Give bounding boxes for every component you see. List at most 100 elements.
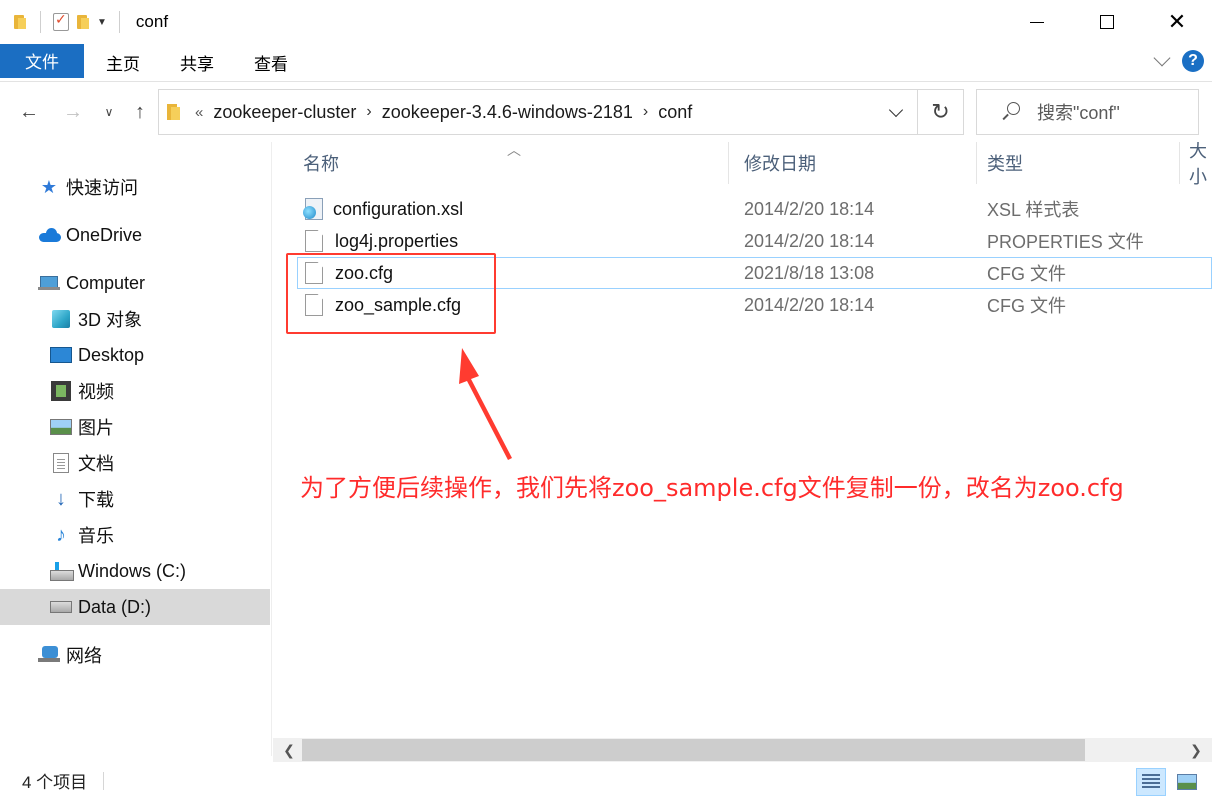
documents-icon — [50, 452, 72, 474]
close-icon: ✕ — [1167, 9, 1187, 34]
file-row[interactable]: configuration.xsl 2014/2/20 18:14 XSL 样式… — [297, 193, 1212, 225]
drive-icon — [50, 596, 72, 618]
address-dropdown-button[interactable] — [879, 90, 913, 134]
sidebar-item-label: Data (D:) — [78, 596, 152, 617]
properties-icon[interactable] — [53, 11, 69, 31]
column-divider[interactable] — [1179, 142, 1180, 184]
customize-toolbar-icon[interactable]: ▼ — [97, 17, 107, 28]
column-divider[interactable] — [728, 142, 729, 184]
highlight-box — [286, 253, 496, 334]
address-bar[interactable]: « zookeeper-cluster › zookeeper-3.4.6-wi… — [158, 89, 964, 135]
windows-drive-icon — [50, 560, 74, 582]
sidebar-item-label: 视频 — [78, 382, 114, 402]
music-icon: ♪ — [56, 523, 66, 546]
pictures-icon — [50, 416, 72, 438]
sidebar-item-pictures[interactable]: 图片 — [0, 409, 270, 445]
scrollbar-thumb[interactable] — [302, 739, 1085, 761]
sidebar-item-music[interactable]: ♪ 音乐 — [0, 517, 270, 553]
recent-locations-button[interactable]: ∨ — [98, 98, 120, 126]
video-icon — [50, 380, 72, 402]
window-title: conf — [135, 12, 169, 31]
tab-file[interactable]: 文件 — [0, 43, 84, 78]
desktop-icon — [50, 344, 72, 366]
sidebar-item-data-d[interactable]: Data (D:) — [0, 589, 270, 625]
close-button[interactable]: ✕ — [1142, 0, 1212, 44]
star-icon: ★ — [40, 176, 58, 197]
view-switcher — [1136, 768, 1202, 796]
sidebar-item-computer[interactable]: Computer — [0, 265, 270, 301]
ribbon-controls: ? — [1153, 49, 1204, 72]
breadcrumb-zookeeper-cluster[interactable]: zookeeper-cluster — [213, 102, 356, 123]
annotation-arrow-icon — [459, 348, 512, 460]
file-type: CFG 文件 — [987, 296, 1066, 316]
status-divider — [103, 771, 105, 790]
sidebar-item-label: Windows (C:) — [78, 560, 187, 581]
sidebar-item-desktop[interactable]: Desktop — [0, 337, 270, 373]
chevron-right-icon: ❯ — [1190, 741, 1202, 758]
horizontal-scrollbar[interactable]: ❮ ❯ — [273, 738, 1212, 762]
tab-view[interactable]: 查看 — [234, 46, 308, 80]
up-button[interactable]: ↑ — [126, 98, 154, 126]
sidebar-item-windows-c[interactable]: Windows (C:) — [0, 553, 270, 589]
new-folder-icon[interactable] — [75, 14, 91, 30]
column-header-type[interactable]: 类型 — [987, 142, 1023, 184]
breadcrumb-chevron-icon[interactable]: › — [643, 103, 648, 121]
large-icons-view-button[interactable] — [1172, 768, 1202, 796]
sidebar-item-3d-objects[interactable]: 3D 对象 — [0, 301, 270, 337]
forward-button[interactable]: → — [58, 98, 88, 126]
sidebar-item-label: OneDrive — [66, 224, 143, 245]
network-icon — [38, 644, 60, 666]
details-view-button[interactable] — [1136, 768, 1166, 796]
breadcrumb-conf[interactable]: conf — [658, 102, 692, 123]
sidebar-item-network[interactable]: 网络 — [0, 637, 270, 673]
title-bar: ▼ conf ✕ — [0, 0, 1212, 44]
large-icons-view-icon — [1177, 774, 1197, 790]
tab-home[interactable]: 主页 — [84, 46, 160, 80]
breadcrumb-zookeeper-version[interactable]: zookeeper-3.4.6-windows-2181 — [382, 102, 633, 123]
file-type: XSL 样式表 — [987, 200, 1080, 220]
refresh-button[interactable]: ↻ — [917, 90, 963, 134]
search-icon — [999, 101, 1021, 123]
annotation-text: 为了方便后续操作，我们先将zoo_sample.cfg文件复制一份，改名为zoo… — [300, 474, 1124, 502]
sidebar-item-onedrive[interactable]: OneDrive — [0, 217, 270, 253]
chevron-down-icon — [888, 102, 904, 117]
column-divider[interactable] — [976, 142, 977, 184]
file-date: 2014/2/20 18:14 — [744, 198, 875, 219]
tab-share[interactable]: 共享 — [160, 46, 234, 80]
computer-icon — [38, 272, 60, 294]
file-date: 2014/2/20 18:14 — [744, 230, 875, 251]
help-icon[interactable]: ? — [1182, 50, 1204, 72]
minimize-icon — [1030, 21, 1044, 23]
file-date: 2014/2/20 18:14 — [744, 294, 875, 315]
expand-ribbon-icon[interactable] — [1153, 49, 1171, 67]
back-button[interactable]: ← — [14, 98, 44, 126]
status-bar: 4 个项目 — [0, 762, 1212, 799]
breadcrumb-overflow[interactable]: « — [195, 104, 203, 121]
scroll-left-button[interactable]: ❮ — [277, 738, 301, 762]
sidebar-item-label: Computer — [66, 272, 146, 293]
file-type: CFG 文件 — [987, 264, 1066, 284]
sidebar-item-label: 图片 — [78, 418, 114, 438]
sidebar-item-quick-access[interactable]: ★ 快速访问 — [0, 169, 270, 205]
sidebar-item-label: 下载 — [78, 490, 114, 510]
column-header-name[interactable]: 名称 — [303, 142, 339, 184]
window-controls: ✕ — [1002, 0, 1212, 44]
scroll-right-button[interactable]: ❯ — [1184, 738, 1208, 762]
breadcrumb-chevron-icon[interactable]: › — [366, 103, 371, 121]
column-header-size[interactable]: 大小 — [1189, 142, 1212, 187]
sidebar-item-documents[interactable]: 文档 — [0, 445, 270, 481]
refresh-icon: ↻ — [931, 99, 950, 124]
maximize-button[interactable] — [1072, 0, 1142, 44]
ribbon-tabs: 文件 主页 共享 查看 ? — [0, 43, 1212, 82]
sidebar-item-label: 3D 对象 — [78, 310, 143, 330]
sidebar-item-label: 文档 — [78, 454, 114, 474]
file-type: PROPERTIES 文件 — [987, 232, 1144, 252]
file-list: ︿ 名称 修改日期 类型 大小 configuration.xsl 2014/2… — [273, 142, 1212, 738]
3d-objects-icon — [50, 308, 72, 330]
search-box[interactable]: 搜索"conf" — [976, 89, 1199, 135]
column-header-date[interactable]: 修改日期 — [744, 142, 816, 184]
minimize-button[interactable] — [1002, 0, 1072, 44]
sidebar-item-videos[interactable]: 视频 — [0, 373, 270, 409]
chevron-left-icon: ❮ — [283, 741, 295, 758]
sidebar-item-downloads[interactable]: ↓ 下载 — [0, 481, 270, 517]
